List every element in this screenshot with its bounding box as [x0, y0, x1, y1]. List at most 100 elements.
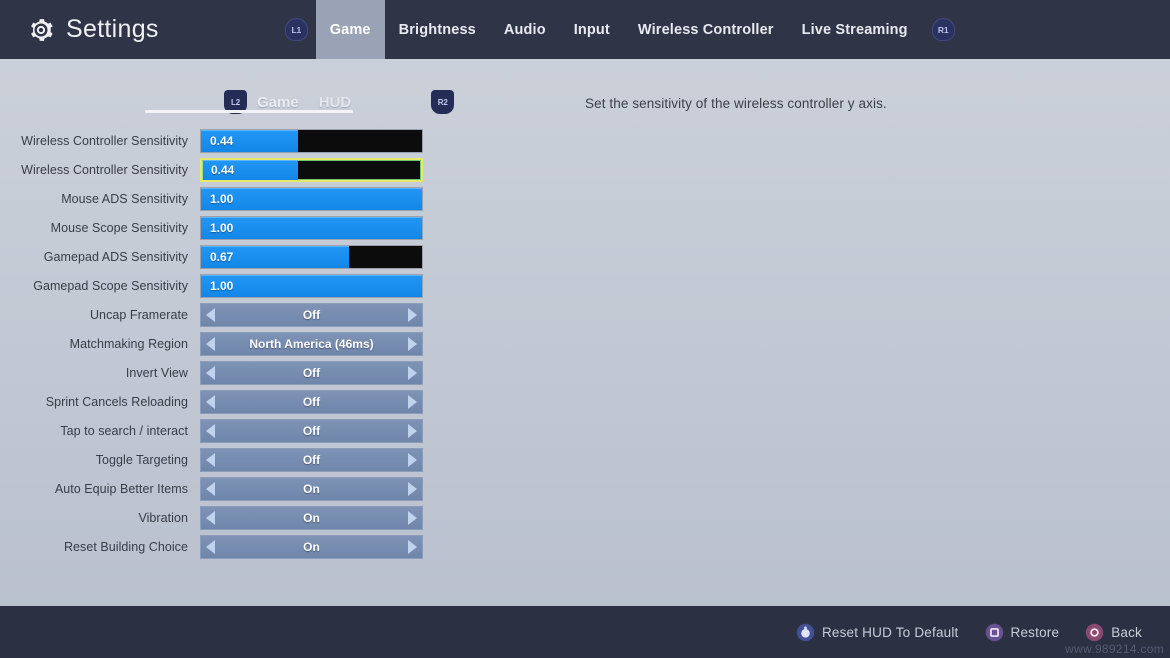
selector-tap-to-search-interact[interactable]: Off: [200, 419, 423, 443]
footer-action-label: Restore: [1010, 624, 1060, 640]
setting-label: Toggle Targeting: [95, 453, 188, 467]
slider-fill: [201, 217, 422, 239]
subtab-game[interactable]: Game: [247, 94, 309, 111]
chevron-right-icon[interactable]: [408, 511, 417, 525]
setting-label: Gamepad ADS Sensitivity: [43, 250, 188, 264]
chevron-left-icon[interactable]: [206, 337, 215, 351]
slider-fill: [201, 275, 422, 297]
selector-uncap-framerate[interactable]: Off: [200, 303, 423, 327]
selector-matchmaking-region[interactable]: North America (46ms): [200, 332, 423, 356]
chevron-left-icon[interactable]: [206, 453, 215, 467]
r3-stick-button-icon: [796, 623, 815, 641]
r1-bumper-badge: R1: [931, 18, 955, 41]
slider-mouse-ads-sensitivity[interactable]: 1.00: [200, 187, 423, 211]
settings-screen: Settings L1 Game Brightness Audio Input …: [0, 0, 1170, 658]
page-title: Settings: [66, 15, 159, 43]
chevron-right-icon[interactable]: [408, 308, 417, 322]
chevron-left-icon[interactable]: [206, 511, 215, 525]
subtab-hud[interactable]: HUD: [309, 94, 362, 111]
slider-mouse-scope-sensitivity[interactable]: 1.00: [200, 216, 423, 240]
selector-sprint-cancels-reloading[interactable]: Off: [200, 390, 423, 414]
selector-invert-view[interactable]: Off: [200, 361, 423, 385]
tab-input[interactable]: Input: [560, 0, 624, 59]
tab-game[interactable]: Game: [315, 0, 385, 59]
setting-row-invert-view[interactable]: Invert View Off: [0, 361, 600, 385]
slider-value: 0.44: [210, 134, 234, 148]
chevron-right-icon[interactable]: [408, 540, 417, 554]
setting-label: Uncap Framerate: [89, 308, 188, 322]
chevron-left-icon[interactable]: [206, 540, 215, 554]
setting-label: Tap to search / interact: [60, 424, 188, 438]
selector-value: On: [303, 540, 320, 554]
chevron-right-icon[interactable]: [408, 482, 417, 496]
setting-label: Gamepad Scope Sensitivity: [33, 279, 188, 293]
l1-bumper-badge: L1: [284, 18, 308, 41]
slider-gamepad-scope-sensitivity[interactable]: 1.00: [200, 274, 423, 298]
selector-value: Off: [302, 395, 321, 409]
selector-value: Off: [302, 366, 321, 380]
setting-row-matchmaking-region[interactable]: Matchmaking Region North America (46ms): [0, 332, 600, 356]
setting-label: Wireless Controller Sensitivity: [21, 163, 188, 177]
footer-action-reset-hud-to-default[interactable]: Reset HUD To Default: [796, 623, 959, 642]
selector-toggle-targeting[interactable]: Off: [200, 448, 423, 472]
selector-value: Off: [302, 424, 321, 438]
selector-vibration[interactable]: On: [200, 506, 423, 530]
setting-row-mouse-ads-sensitivity[interactable]: Mouse ADS Sensitivity 1.00: [0, 187, 600, 211]
setting-label: Matchmaking Region: [69, 337, 188, 351]
gear-icon: [31, 18, 53, 41]
setting-label: Sprint Cancels Reloading: [45, 395, 188, 409]
setting-row-uncap-framerate[interactable]: Uncap Framerate Off: [0, 303, 600, 327]
chevron-right-icon[interactable]: [408, 395, 417, 409]
setting-row-mouse-scope-sensitivity[interactable]: Mouse Scope Sensitivity 1.00: [0, 216, 600, 240]
slider-gamepad-ads-sensitivity[interactable]: 0.67: [200, 245, 423, 269]
setting-row-vibration[interactable]: Vibration On: [0, 506, 600, 530]
chevron-left-icon[interactable]: [206, 395, 215, 409]
tab-wireless-controller[interactable]: Wireless Controller: [624, 0, 788, 59]
chevron-left-icon[interactable]: [206, 424, 215, 438]
selector-reset-building-choice[interactable]: On: [200, 535, 423, 559]
setting-description: Set the sensitivity of the wireless cont…: [585, 96, 887, 111]
setting-label: Auto Equip Better Items: [54, 482, 188, 496]
chevron-right-icon[interactable]: [408, 366, 417, 380]
setting-label: Reset Building Choice: [63, 540, 188, 554]
tab-live-streaming[interactable]: Live Streaming: [788, 0, 922, 59]
setting-row-tap-to-search-interact[interactable]: Tap to search / interact Off: [0, 419, 600, 443]
slider-value: 0.44: [211, 163, 235, 177]
chevron-right-icon[interactable]: [408, 337, 417, 351]
chevron-left-icon[interactable]: [206, 366, 215, 380]
slider-value: 1.00: [210, 192, 234, 206]
selector-value: Off: [302, 453, 321, 467]
setting-row-wireless-controller-sensitivity[interactable]: Wireless Controller Sensitivity 0.44: [0, 129, 600, 153]
subtab-active-underline: [145, 110, 353, 113]
tab-audio[interactable]: Audio: [490, 0, 560, 59]
slider-value: 1.00: [210, 221, 234, 235]
chevron-left-icon[interactable]: [206, 308, 215, 322]
square-button-icon: [985, 623, 1003, 641]
setting-label: Wireless Controller Sensitivity: [21, 134, 188, 148]
slider-wireless-controller-sensitivity[interactable]: 0.44: [200, 158, 423, 182]
circle-button-icon: [1085, 623, 1104, 641]
setting-row-gamepad-ads-sensitivity[interactable]: Gamepad ADS Sensitivity 0.67: [0, 245, 600, 269]
setting-row-gamepad-scope-sensitivity[interactable]: Gamepad Scope Sensitivity 1.00: [0, 274, 600, 298]
settings-list: Wireless Controller Sensitivity 0.44 Wirel…: [0, 129, 600, 564]
setting-row-wireless-controller-sensitivity[interactable]: Wireless Controller Sensitivity 0.44: [0, 158, 600, 182]
selector-value: On: [303, 511, 320, 525]
tab-brightness[interactable]: Brightness: [385, 0, 490, 59]
slider-value: 0.67: [210, 250, 234, 264]
setting-label: Mouse Scope Sensitivity: [50, 221, 188, 235]
footer-action-restore[interactable]: Restore: [985, 623, 1060, 642]
footer-action-label: Back: [1111, 624, 1142, 640]
setting-row-auto-equip-better-items[interactable]: Auto Equip Better Items On: [0, 477, 600, 501]
selector-auto-equip-better-items[interactable]: On: [200, 477, 423, 501]
r2-trigger-badge: R2: [431, 90, 455, 114]
setting-row-reset-building-choice[interactable]: Reset Building Choice On: [0, 535, 600, 559]
chevron-right-icon[interactable]: [408, 424, 417, 438]
setting-row-toggle-targeting[interactable]: Toggle Targeting Off: [0, 448, 600, 472]
chevron-left-icon[interactable]: [206, 482, 215, 496]
footer-action-back[interactable]: Back: [1085, 623, 1142, 642]
footer-action-label: Reset HUD To Default: [821, 624, 959, 640]
slider-wireless-controller-sensitivity[interactable]: 0.44: [200, 129, 423, 153]
chevron-right-icon[interactable]: [408, 453, 417, 467]
setting-row-sprint-cancels-reloading[interactable]: Sprint Cancels Reloading Off: [0, 390, 600, 414]
selector-value: North America (46ms): [249, 337, 374, 351]
